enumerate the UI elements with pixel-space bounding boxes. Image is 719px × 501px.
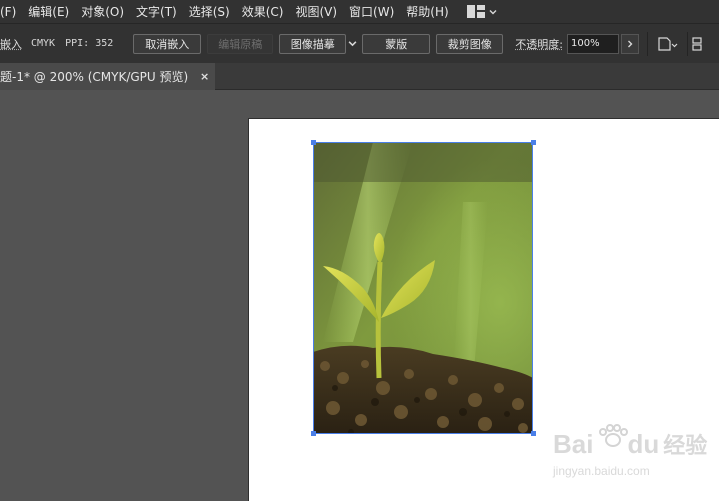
resize-handle-bottom-right[interactable] bbox=[531, 431, 536, 436]
menu-view[interactable]: 视图(V) bbox=[291, 3, 345, 20]
control-bar-divider-2 bbox=[686, 31, 688, 56]
watermark-brand-left: Bai bbox=[553, 429, 594, 459]
mask-button[interactable]: 蒙版 bbox=[362, 33, 431, 54]
workspace-switcher[interactable] bbox=[466, 5, 497, 18]
workspace-layout-icon bbox=[466, 5, 485, 18]
document-setup-icon[interactable] bbox=[657, 36, 679, 52]
menu-edit[interactable]: 编辑(E) bbox=[24, 3, 77, 20]
embed-status-label: 嵌入 bbox=[0, 37, 22, 51]
opacity-input[interactable]: 100% bbox=[566, 33, 619, 54]
watermark-brand-right: du bbox=[627, 429, 660, 459]
menu-bar: (F) 编辑(E) 对象(O) 文字(T) 选择(S) 效果(C) 视图(V) … bbox=[0, 0, 719, 23]
align-icon[interactable] bbox=[692, 36, 702, 52]
image-trace-button[interactable]: 图像描摹 bbox=[279, 33, 347, 54]
watermark-brand-cn: 经验 bbox=[663, 433, 708, 458]
chevron-down-icon bbox=[489, 9, 497, 14]
resize-handle-bottom-left[interactable] bbox=[311, 431, 316, 436]
document-tab-bar: 题-1* @ 200% (CMYK/GPU 预览) × bbox=[0, 63, 719, 90]
resize-handle-top-right[interactable] bbox=[531, 140, 536, 145]
document-tab-title: 题-1* @ 200% (CMYK/GPU 预览) bbox=[0, 70, 189, 84]
menu-object[interactable]: 对象(O) bbox=[77, 3, 132, 20]
opacity-label: 不透明度: bbox=[515, 37, 563, 51]
watermark-url: jingyan.baidu.com bbox=[553, 464, 650, 478]
control-bar: 嵌入 CMYK PPI: 352 取消嵌入 编辑原稿 图像描摹 蒙版 裁剪图像 … bbox=[0, 23, 719, 63]
opacity-expand-button[interactable] bbox=[620, 33, 639, 54]
close-icon[interactable]: × bbox=[200, 70, 209, 83]
selection-bounding-box[interactable] bbox=[313, 142, 533, 434]
resize-handle-top-left[interactable] bbox=[311, 140, 316, 145]
document-tab[interactable]: 题-1* @ 200% (CMYK/GPU 预览) × bbox=[0, 63, 215, 90]
menu-window[interactable]: 窗口(W) bbox=[345, 3, 402, 20]
crop-image-button[interactable]: 裁剪图像 bbox=[436, 33, 504, 54]
menu-select[interactable]: 选择(S) bbox=[185, 3, 238, 20]
menu-effect[interactable]: 效果(C) bbox=[238, 3, 292, 20]
menu-type[interactable]: 文字(T) bbox=[132, 3, 185, 20]
canvas-area[interactable]: Bai du 经验 jingyan.baidu.com bbox=[0, 91, 719, 501]
baidu-watermark: Bai du 经验 jingyan.baidu.com bbox=[553, 424, 713, 486]
chevron-right-icon bbox=[627, 40, 633, 47]
menu-help[interactable]: 帮助(H) bbox=[402, 3, 456, 20]
edit-original-button[interactable]: 编辑原稿 bbox=[207, 33, 274, 54]
color-mode-label: CMYK bbox=[31, 38, 56, 49]
unembed-button[interactable]: 取消嵌入 bbox=[133, 33, 202, 54]
image-trace-chevron-icon[interactable] bbox=[348, 39, 357, 48]
ppi-label: PPI: 352 bbox=[65, 38, 114, 49]
control-bar-divider bbox=[646, 31, 648, 56]
menu-file[interactable]: (F) bbox=[0, 5, 24, 19]
